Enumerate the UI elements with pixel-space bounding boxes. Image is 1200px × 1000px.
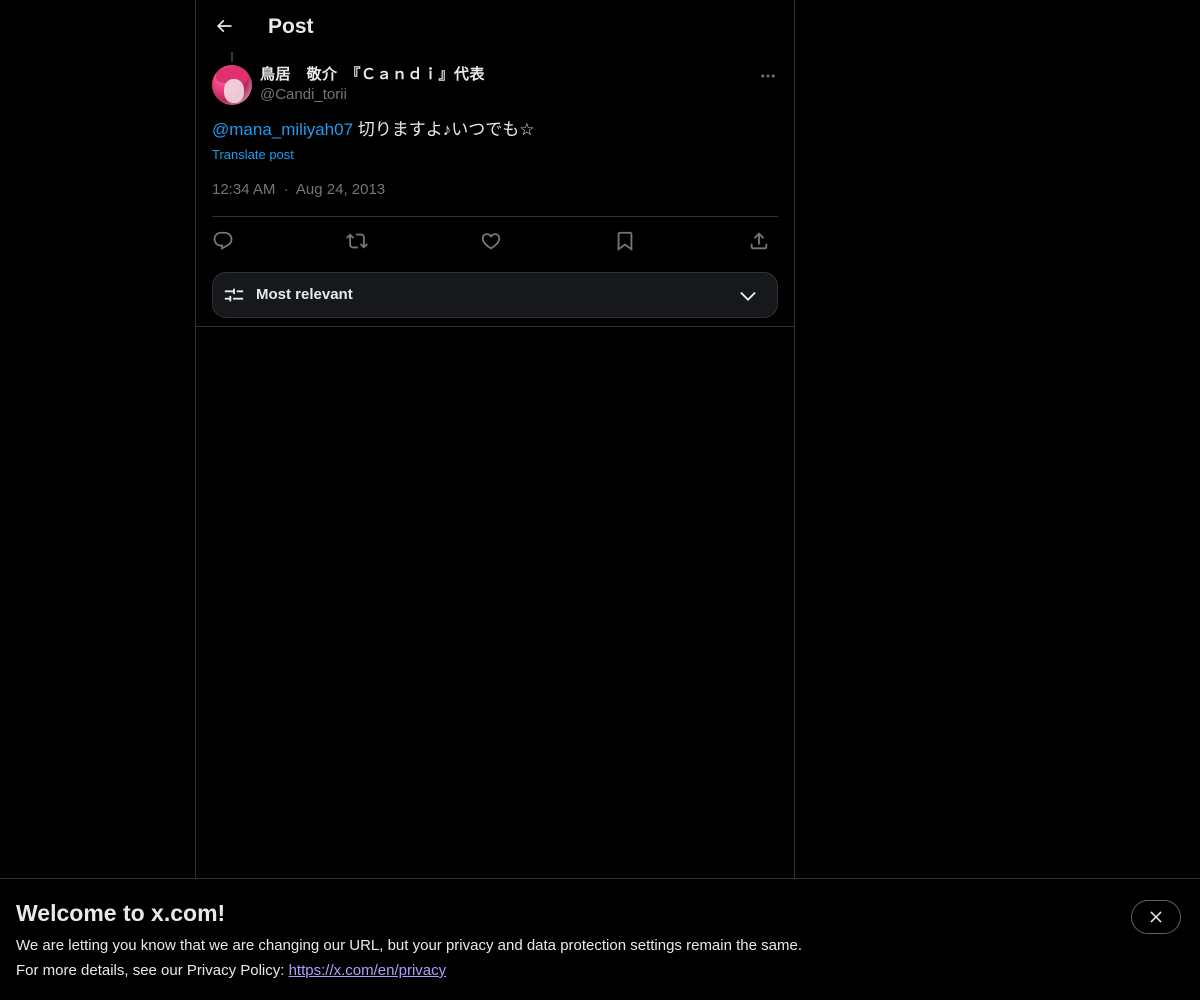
divider xyxy=(212,216,778,217)
thread-connector xyxy=(231,52,233,62)
section-divider xyxy=(196,326,794,327)
tweet-date[interactable]: Aug 24, 2013 xyxy=(296,181,385,198)
bookmark-button[interactable] xyxy=(612,228,638,254)
sort-label: Most relevant xyxy=(256,286,353,303)
back-arrow-icon xyxy=(216,19,232,33)
heart-icon xyxy=(481,233,501,250)
repost-icon xyxy=(346,233,368,249)
mention-link[interactable]: @mana_miliyah07 xyxy=(212,120,353,139)
tweet-time[interactable]: 12:34 AM xyxy=(212,181,275,198)
chevron-down-icon xyxy=(740,291,756,301)
page-title: Post xyxy=(268,15,314,38)
sliders-icon xyxy=(224,288,244,302)
avatar[interactable] xyxy=(212,65,252,105)
page-header: Post xyxy=(196,0,794,53)
author-display-name[interactable]: 鳥居 敬介 『Ｃａｎｄｉ』代表 xyxy=(260,65,485,85)
main-column: Post 鳥居 敬介 『Ｃａｎｄｉ』代表 @Candi_torii @mana_… xyxy=(195,0,795,1000)
tweet-meta: 12:34 AM · Aug 24, 2013 xyxy=(212,180,385,200)
tweet-text: @mana_miliyah07 切りますよ♪いつでも☆ xyxy=(212,118,535,142)
banner-title: Welcome to x.com! xyxy=(16,900,226,926)
more-icon xyxy=(761,74,775,78)
banner-privacy-line: For more details, see our Privacy Policy… xyxy=(16,961,446,981)
share-button[interactable] xyxy=(746,228,772,254)
meta-separator: · xyxy=(283,181,289,198)
reply-icon xyxy=(213,231,233,250)
welcome-banner: Welcome to x.com! We are letting you kno… xyxy=(0,878,1200,1000)
bookmark-icon xyxy=(617,231,633,252)
action-bar xyxy=(212,226,778,254)
like-button[interactable] xyxy=(478,228,504,254)
back-button[interactable] xyxy=(208,10,240,42)
banner-message: We are letting you know that we are chan… xyxy=(16,937,802,954)
privacy-policy-link[interactable]: https://x.com/en/privacy xyxy=(289,962,447,979)
close-icon xyxy=(1150,911,1162,923)
author-handle[interactable]: @Candi_torii xyxy=(260,85,347,105)
banner-privacy-prefix: For more details, see our Privacy Policy… xyxy=(16,962,289,979)
repost-button[interactable] xyxy=(344,228,370,254)
translate-post-link[interactable]: Translate post xyxy=(212,146,294,164)
more-button[interactable] xyxy=(756,64,780,88)
close-banner-button[interactable] xyxy=(1131,900,1181,934)
sort-replies-dropdown[interactable]: Most relevant xyxy=(212,272,778,318)
tweet-body: 切りますよ♪いつでも☆ xyxy=(353,120,535,139)
share-icon xyxy=(750,232,768,250)
reply-button[interactable] xyxy=(210,228,236,254)
